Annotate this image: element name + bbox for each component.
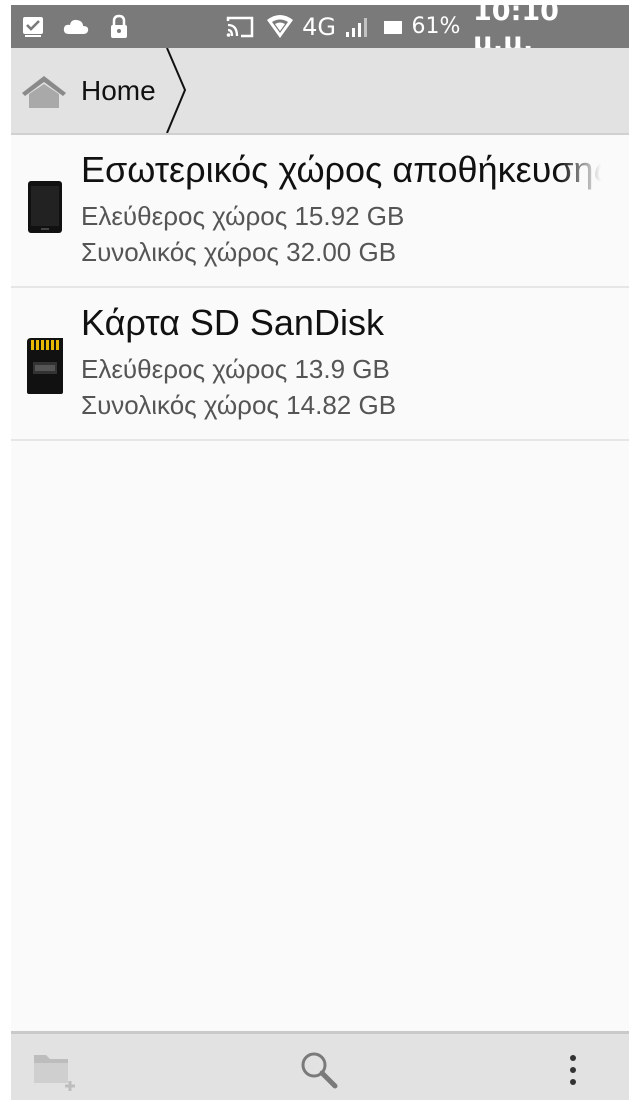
search-icon xyxy=(301,1052,338,1089)
bottom-toolbar xyxy=(11,1031,629,1100)
storage-title: Κάρτα SD SanDisk xyxy=(81,302,384,343)
storage-free: Ελεύθερος χώρος 13.9 GB xyxy=(81,354,390,384)
breadcrumb: Home xyxy=(11,48,629,135)
wifi-icon xyxy=(264,5,296,48)
storage-item-internal[interactable]: Εσωτερικός χώρος αποθήκευσης Ελεύθερος χ… xyxy=(11,135,629,288)
breadcrumb-home-label: Home xyxy=(81,75,156,106)
cast-icon xyxy=(224,5,256,48)
more-vert-icon xyxy=(570,1055,576,1085)
storage-total: Συνολικός χώρος 14.82 GB xyxy=(81,390,397,420)
network-type: 4G xyxy=(302,12,336,41)
storage-title: Εσωτερικός χώρος αποθήκευσης xyxy=(81,149,601,190)
home-icon xyxy=(22,76,66,108)
phone-device-icon xyxy=(28,181,62,233)
battery-level: 61% xyxy=(411,14,461,39)
battery-icon xyxy=(381,5,405,48)
cloud-icon xyxy=(61,5,91,48)
phone-screen: 4G 61% 10:10 μ.μ. Home Εσωτερικός χώρος … xyxy=(11,5,629,1100)
breadcrumb-separator-icon xyxy=(166,48,187,133)
new-folder-icon xyxy=(34,1055,75,1091)
status-bar: 4G 61% 10:10 μ.μ. xyxy=(11,5,629,58)
storage-list: Εσωτερικός χώρος αποθήκευσης Ελεύθερος χ… xyxy=(11,135,629,441)
signal-icon xyxy=(344,5,372,48)
breadcrumb-home[interactable]: Home xyxy=(11,48,201,133)
lock-icon xyxy=(107,5,131,48)
new-folder-button[interactable] xyxy=(23,1042,83,1098)
search-button[interactable] xyxy=(289,1042,349,1098)
more-options-button[interactable] xyxy=(543,1042,603,1098)
storage-free: Ελεύθερος χώρος 15.92 GB xyxy=(81,201,405,231)
storage-item-sd[interactable]: Κάρτα SD SanDisk Ελεύθερος χώρος 13.9 GB… xyxy=(11,288,629,441)
checkbox-icon xyxy=(21,5,47,48)
storage-total: Συνολικός χώρος 32.00 GB xyxy=(81,237,397,267)
sd-card-icon xyxy=(27,338,63,394)
